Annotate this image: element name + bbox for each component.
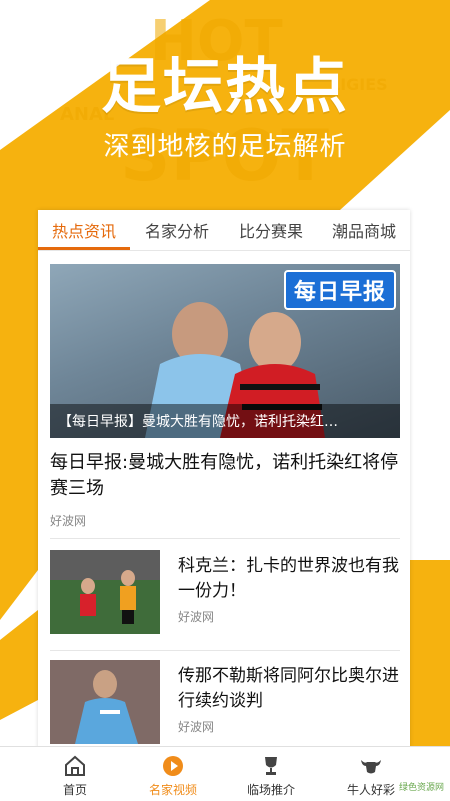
tab-scores-results[interactable]: 比分赛果: [239, 218, 303, 242]
hero-subtitle: 深到地核的足坛解析: [103, 132, 347, 162]
nav-expert-video[interactable]: 名家视频: [128, 747, 218, 801]
news-thumbnail: [50, 550, 160, 634]
tab-trend-shop[interactable]: 潮品商城: [332, 218, 396, 242]
hero-title: 足坛热点: [101, 52, 349, 122]
content-card: 热点资讯 名家分析 比分赛果 潮品商城 每日早报 【每日早报】曼城大胜有隐忧，诺…: [38, 210, 410, 770]
image-caption-bar: 【每日早报】曼城大胜有隐忧，诺利托染红…: [50, 404, 400, 438]
daily-report-badge: 每日早报: [283, 270, 396, 310]
nav-label: 临场推介: [246, 783, 295, 797]
trophy-icon: [265, 757, 277, 775]
image-caption: 【每日早报】曼城大胜有隐忧，诺利托染红…: [58, 414, 338, 430]
divider: [50, 538, 400, 539]
news-thumbnail: [50, 660, 160, 744]
bull-icon: [361, 760, 381, 774]
active-tab-indicator: [38, 247, 130, 250]
feature-article-title[interactable]: 每日早报:曼城大胜有隐忧，诺利托染红将停赛三场: [50, 450, 400, 502]
watermark: 绿色资源网: [398, 783, 444, 793]
tab-hot-news[interactable]: 热点资讯: [52, 218, 116, 242]
feature-article-source: 好波网: [50, 514, 87, 528]
home-icon: [65, 755, 85, 776]
list-item[interactable]: 科克兰：扎卡的世界波也有我一份力！ 好波网: [50, 550, 400, 650]
tab-bar: 热点资讯 名家分析 比分赛果 潮品商城: [38, 210, 410, 251]
news-source: 好波网: [178, 610, 215, 624]
list-item[interactable]: 传那不勒斯将同阿尔比奥尔进行续约谈判 好波网: [50, 660, 400, 760]
nav-label: 首页: [62, 783, 87, 797]
news-source: 好波网: [178, 720, 215, 734]
nav-label: 名家视频: [148, 783, 197, 797]
feature-image[interactable]: 每日早报 【每日早报】曼城大胜有隐忧，诺利托染红…: [50, 264, 400, 438]
news-title: 传那不勒斯将同阿尔比奥尔进行续约谈判: [178, 666, 399, 711]
nav-match-tips[interactable]: 临场推介: [226, 747, 316, 801]
bottom-nav: 首页 名家视频 临场推介 牛人好彩: [0, 746, 450, 801]
divider: [50, 650, 400, 651]
tab-expert-analysis[interactable]: 名家分析: [145, 218, 209, 242]
play-icon: [163, 756, 183, 776]
nav-home[interactable]: 首页: [30, 747, 120, 801]
news-title: 科克兰：扎卡的世界波也有我一份力！: [178, 556, 399, 601]
